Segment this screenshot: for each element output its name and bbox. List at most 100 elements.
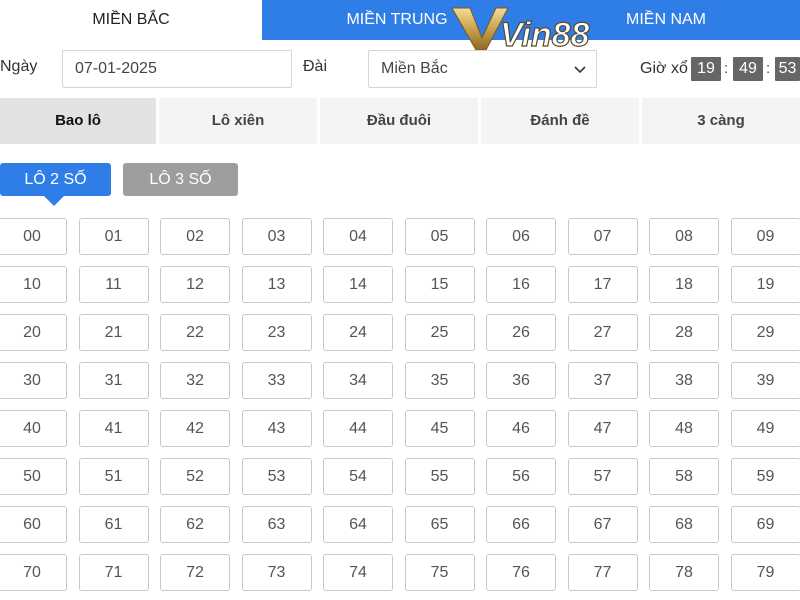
time-colon: :	[766, 60, 771, 77]
number-cell[interactable]: 11	[78, 266, 149, 303]
number-cell[interactable]: 28	[649, 314, 719, 351]
number-cell[interactable]: 32	[160, 362, 230, 399]
number-cell[interactable]: 44	[323, 410, 393, 447]
number-cell[interactable]: 45	[404, 410, 475, 447]
number-cell[interactable]: 52	[160, 458, 230, 495]
number-cell[interactable]: 13	[241, 266, 312, 303]
number-cell[interactable]: 34	[323, 362, 393, 399]
number-cell[interactable]: 58	[649, 458, 719, 495]
number-cell[interactable]: 02	[160, 218, 230, 255]
number-cell[interactable]: 76	[486, 554, 556, 591]
number-cell[interactable]: 36	[486, 362, 556, 399]
number-cell[interactable]: 12	[160, 266, 230, 303]
number-cell[interactable]: 33	[241, 362, 312, 399]
number-cell[interactable]: 41	[78, 410, 149, 447]
number-cell[interactable]: 04	[323, 218, 393, 255]
number-cell[interactable]: 75	[404, 554, 475, 591]
number-cell[interactable]: 30	[0, 362, 67, 399]
number-cell[interactable]: 35	[404, 362, 475, 399]
number-cell[interactable]: 69	[730, 506, 800, 543]
number-cell[interactable]: 61	[78, 506, 149, 543]
number-cell[interactable]: 14	[323, 266, 393, 303]
tab-lo-xien[interactable]: Lô xiên	[159, 98, 317, 144]
number-cell[interactable]: 31	[78, 362, 149, 399]
time-minutes: 49	[733, 57, 763, 81]
number-grid: 00 01 02 03 04 05 06 07 08 09 10 11 12 13 14 15 16 17 18 19…	[0, 218, 800, 600]
station-select[interactable]: Miền Bắc	[368, 50, 597, 88]
number-cell[interactable]: 27	[567, 314, 638, 351]
number-cell[interactable]: 15	[404, 266, 475, 303]
number-cell[interactable]: 79	[730, 554, 800, 591]
number-cell[interactable]: 64	[323, 506, 393, 543]
number-cell[interactable]: 73	[241, 554, 312, 591]
number-cell[interactable]: 24	[323, 314, 393, 351]
number-cell[interactable]: 07	[567, 218, 638, 255]
tab-mien-nam[interactable]: MIỀN NAM	[532, 0, 800, 40]
number-cell[interactable]: 05	[404, 218, 475, 255]
number-cell[interactable]: 78	[649, 554, 719, 591]
chevron-down-icon	[574, 66, 586, 74]
number-cell[interactable]: 63	[241, 506, 312, 543]
number-cell[interactable]: 67	[567, 506, 638, 543]
number-cell[interactable]: 40	[0, 410, 67, 447]
number-cell[interactable]: 65	[404, 506, 475, 543]
number-cell[interactable]: 74	[323, 554, 393, 591]
number-cell[interactable]: 59	[730, 458, 800, 495]
number-cell[interactable]: 48	[649, 410, 719, 447]
number-cell[interactable]: 54	[323, 458, 393, 495]
number-cell[interactable]: 53	[241, 458, 312, 495]
number-cell[interactable]: 42	[160, 410, 230, 447]
number-cell[interactable]: 51	[78, 458, 149, 495]
number-cell[interactable]: 00	[0, 218, 67, 255]
number-cell[interactable]: 22	[160, 314, 230, 351]
number-cell[interactable]: 66	[486, 506, 556, 543]
number-cell[interactable]: 08	[649, 218, 719, 255]
draw-time-label: Giờ xổ	[640, 60, 688, 77]
number-cell[interactable]: 39	[730, 362, 800, 399]
number-cell[interactable]: 25	[404, 314, 475, 351]
number-cell[interactable]: 47	[567, 410, 638, 447]
number-cell[interactable]: 68	[649, 506, 719, 543]
number-cell[interactable]: 29	[730, 314, 800, 351]
number-cell[interactable]: 60	[0, 506, 67, 543]
number-cell[interactable]: 70	[0, 554, 67, 591]
tab-mien-trung[interactable]: MIỀN TRUNG	[262, 0, 532, 40]
number-cell[interactable]: 50	[0, 458, 67, 495]
tab-lo-2-so[interactable]: LÔ 2 SỐ	[0, 163, 111, 196]
time-hours: 19	[691, 57, 721, 81]
time-seconds: 53	[775, 57, 800, 81]
number-cell[interactable]: 46	[486, 410, 556, 447]
number-cell[interactable]: 49	[730, 410, 800, 447]
tab-lo-3-so[interactable]: LÔ 3 SỐ	[123, 163, 238, 196]
number-cell[interactable]: 55	[404, 458, 475, 495]
number-cell[interactable]: 18	[649, 266, 719, 303]
number-cell[interactable]: 20	[0, 314, 67, 351]
number-cell[interactable]: 26	[486, 314, 556, 351]
number-cell[interactable]: 09	[730, 218, 800, 255]
number-cell[interactable]: 43	[241, 410, 312, 447]
number-cell[interactable]: 23	[241, 314, 312, 351]
tab-mien-bac[interactable]: MIỀN BẮC	[0, 0, 262, 40]
number-cell[interactable]: 56	[486, 458, 556, 495]
number-cell[interactable]: 01	[78, 218, 149, 255]
number-cell[interactable]: 21	[78, 314, 149, 351]
number-cell[interactable]: 06	[486, 218, 556, 255]
number-cell[interactable]: 10	[0, 266, 67, 303]
number-cell[interactable]: 17	[567, 266, 638, 303]
number-cell[interactable]: 03	[241, 218, 312, 255]
date-input[interactable]: 07-01-2025	[62, 50, 292, 88]
tab-bao-lo[interactable]: Bao lô	[0, 98, 156, 144]
number-cell[interactable]: 71	[78, 554, 149, 591]
number-cell[interactable]: 38	[649, 362, 719, 399]
number-cell[interactable]: 57	[567, 458, 638, 495]
tab-3-cang[interactable]: 3 càng	[642, 98, 800, 144]
number-cell[interactable]: 62	[160, 506, 230, 543]
tab-danh-de[interactable]: Đánh đề	[481, 98, 639, 144]
tab-dau-duoi[interactable]: Đầu đuôi	[320, 98, 478, 144]
number-cell[interactable]: 72	[160, 554, 230, 591]
number-cell[interactable]: 77	[567, 554, 638, 591]
date-label: Ngày	[0, 58, 38, 75]
number-cell[interactable]: 16	[486, 266, 556, 303]
number-cell[interactable]: 19	[730, 266, 800, 303]
number-cell[interactable]: 37	[567, 362, 638, 399]
